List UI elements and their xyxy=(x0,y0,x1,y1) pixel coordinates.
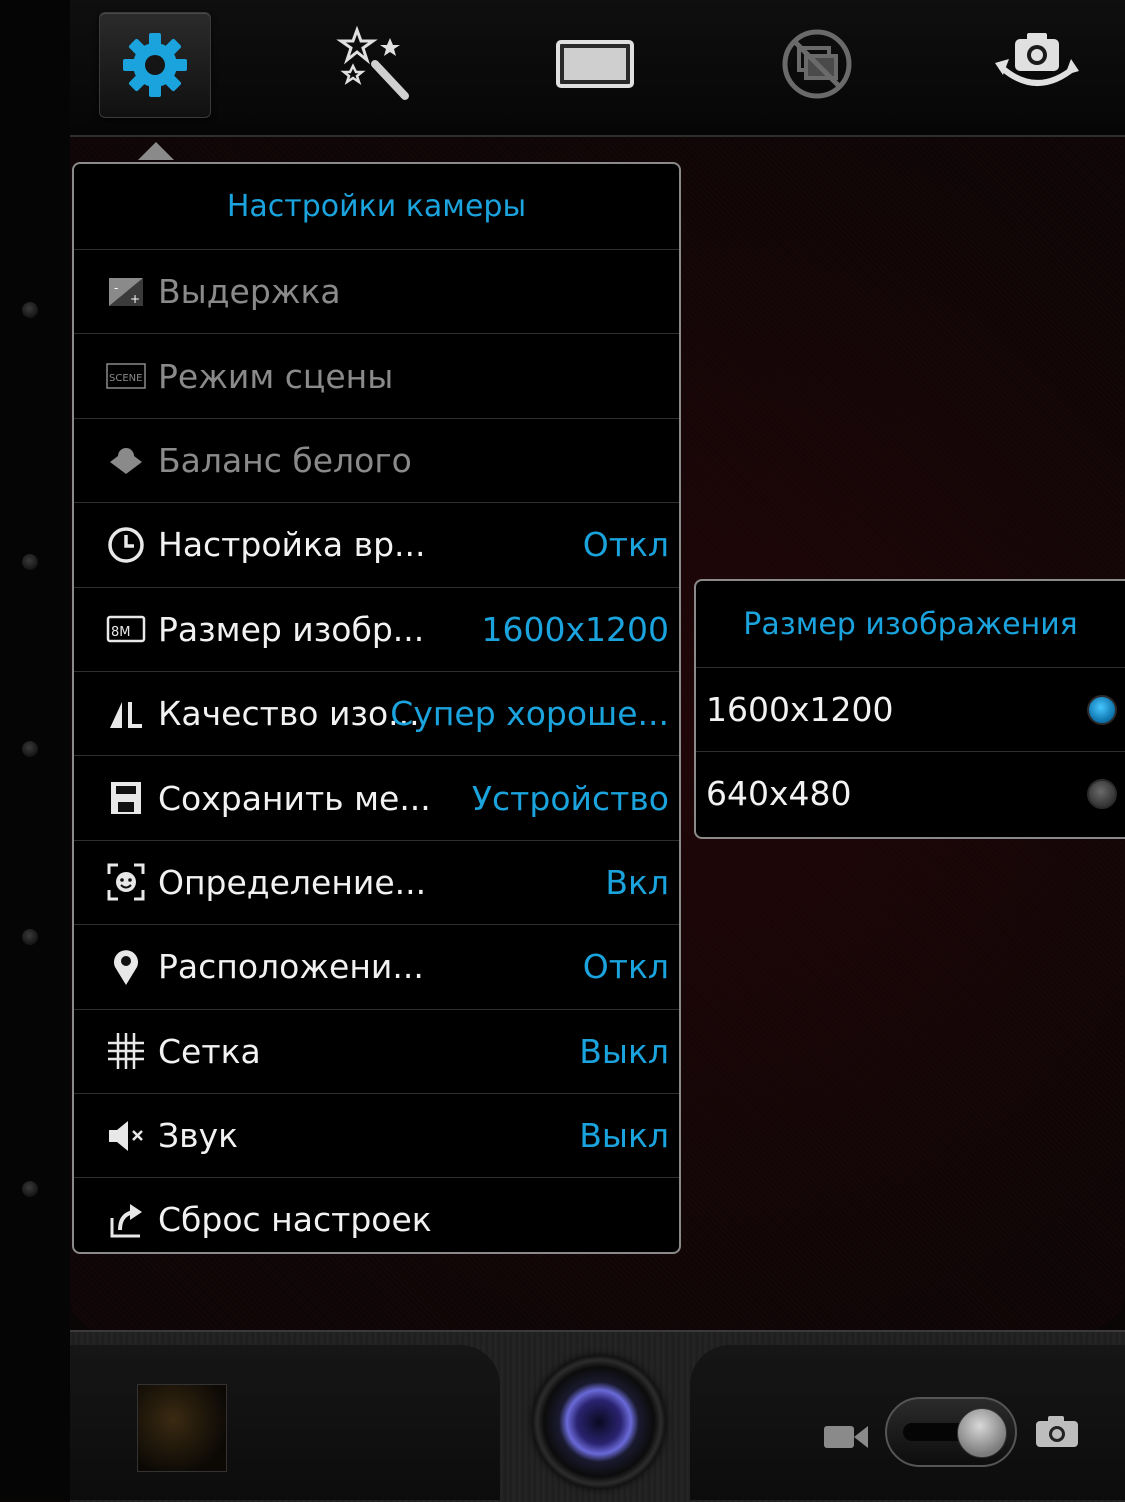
radio-unselected[interactable] xyxy=(1087,778,1117,809)
indicator-dot xyxy=(22,741,38,757)
menu-pointer xyxy=(138,142,174,160)
switch-camera-button[interactable] xyxy=(982,12,1092,116)
top-toolbar xyxy=(70,0,1125,137)
indicator-dot xyxy=(22,554,38,570)
switch-camera-icon xyxy=(995,33,1079,86)
setting-value: Вкл xyxy=(605,862,669,902)
exposure-icon: - + xyxy=(104,270,148,314)
burst-mode-button[interactable] xyxy=(762,12,872,116)
size-option-1600x1200[interactable]: 1600x1200 xyxy=(696,668,1125,752)
settings-title: Настройки камеры xyxy=(74,164,679,250)
setting-label: Определение... xyxy=(158,862,427,902)
setting-label: Выдержка xyxy=(158,272,341,312)
setting-exposure[interactable]: - + Выдержка xyxy=(74,250,679,335)
photo-mode-icon[interactable] xyxy=(1034,1413,1080,1449)
setting-label: Режим сцены xyxy=(158,356,394,396)
setting-white-balance[interactable]: Баланс белого xyxy=(74,419,679,504)
shutter-button[interactable] xyxy=(533,1356,665,1488)
setting-value: Выкл xyxy=(579,1031,669,1071)
setting-label: Сброс настроек xyxy=(158,1200,432,1240)
indicator-dot xyxy=(22,929,38,945)
widescreen-icon xyxy=(556,40,634,88)
svg-text:-: - xyxy=(114,281,118,295)
reset-icon xyxy=(104,1198,148,1242)
svg-text:8M: 8M xyxy=(111,625,131,640)
setting-label: Настройка вр... xyxy=(158,525,426,565)
size-option-label: 640x480 xyxy=(706,774,852,813)
radio-selected[interactable] xyxy=(1087,694,1117,725)
setting-label: Расположени... xyxy=(158,947,424,987)
location-icon xyxy=(104,945,148,989)
setting-scene-mode[interactable]: SCENE Режим сцены xyxy=(74,334,679,419)
grid-icon xyxy=(104,1029,148,1073)
setting-location[interactable]: Расположени... Откл xyxy=(74,925,679,1010)
indicator-dot xyxy=(22,302,38,318)
aspect-ratio-button[interactable] xyxy=(540,12,650,116)
image-size-submenu: Размер изображения 1600x1200 640x480 xyxy=(694,579,1125,839)
white-balance-icon xyxy=(104,438,148,482)
setting-value: Устройство xyxy=(471,778,669,818)
setting-sound[interactable]: Звук Выкл xyxy=(74,1094,679,1179)
setting-storage[interactable]: Сохранить ме... Устройство xyxy=(74,756,679,841)
setting-grid[interactable]: Сетка Выкл xyxy=(74,1010,679,1094)
size-option-640x480[interactable]: 640x480 xyxy=(696,752,1125,835)
setting-value: Выкл xyxy=(579,1116,669,1156)
gear-icon xyxy=(123,33,187,97)
setting-timer[interactable]: Настройка вр... Откл xyxy=(74,503,679,588)
magic-wand-icon xyxy=(336,25,409,100)
camera-video-toggle[interactable] xyxy=(885,1397,1017,1467)
video-mode-icon[interactable] xyxy=(822,1420,870,1452)
setting-value: 1600x1200 xyxy=(481,609,670,649)
setting-label: Размер изобр... xyxy=(158,609,425,649)
setting-value: Супер хороше... xyxy=(390,694,669,734)
gallery-thumbnail[interactable] xyxy=(137,1384,227,1472)
sound-off-icon xyxy=(104,1114,148,1158)
image-size-title: Размер изображения xyxy=(696,581,1125,668)
effects-button[interactable] xyxy=(320,12,430,116)
face-detection-icon xyxy=(104,860,148,904)
settings-button[interactable] xyxy=(99,12,211,118)
svg-text:+: + xyxy=(130,292,140,306)
camera-settings-panel: Настройки камеры - + Выдержка SCENE Режим… xyxy=(72,162,681,1254)
storage-icon xyxy=(104,776,148,820)
indicator-dot xyxy=(22,1181,38,1197)
picture-quality-icon xyxy=(104,692,148,736)
left-strip xyxy=(0,0,70,1500)
setting-label: Звук xyxy=(158,1116,239,1156)
toggle-knob[interactable] xyxy=(957,1408,1007,1458)
bottom-left-well xyxy=(70,1345,500,1500)
setting-picture-quality[interactable]: Качество изо... Супер хороше... xyxy=(74,672,679,757)
size-option-label: 1600x1200 xyxy=(706,690,894,729)
svg-text:SCENE: SCENE xyxy=(109,373,142,384)
scene-icon: SCENE xyxy=(104,354,148,398)
setting-label: Качество изо... xyxy=(158,694,420,734)
setting-reset[interactable]: Сброс настроек xyxy=(74,1178,679,1261)
setting-value: Откл xyxy=(582,525,669,565)
picture-size-icon: 8M xyxy=(104,607,148,651)
setting-picture-size[interactable]: 8M Размер изобр... 1600x1200 xyxy=(74,588,679,672)
setting-label: Сохранить ме... xyxy=(158,778,431,818)
setting-label: Баланс белого xyxy=(158,440,412,480)
timer-icon xyxy=(104,523,148,567)
burst-mode-off-icon xyxy=(782,29,852,99)
setting-label: Сетка xyxy=(158,1031,261,1071)
setting-value: Откл xyxy=(582,947,669,987)
setting-face-detection[interactable]: Определение... Вкл xyxy=(74,841,679,926)
